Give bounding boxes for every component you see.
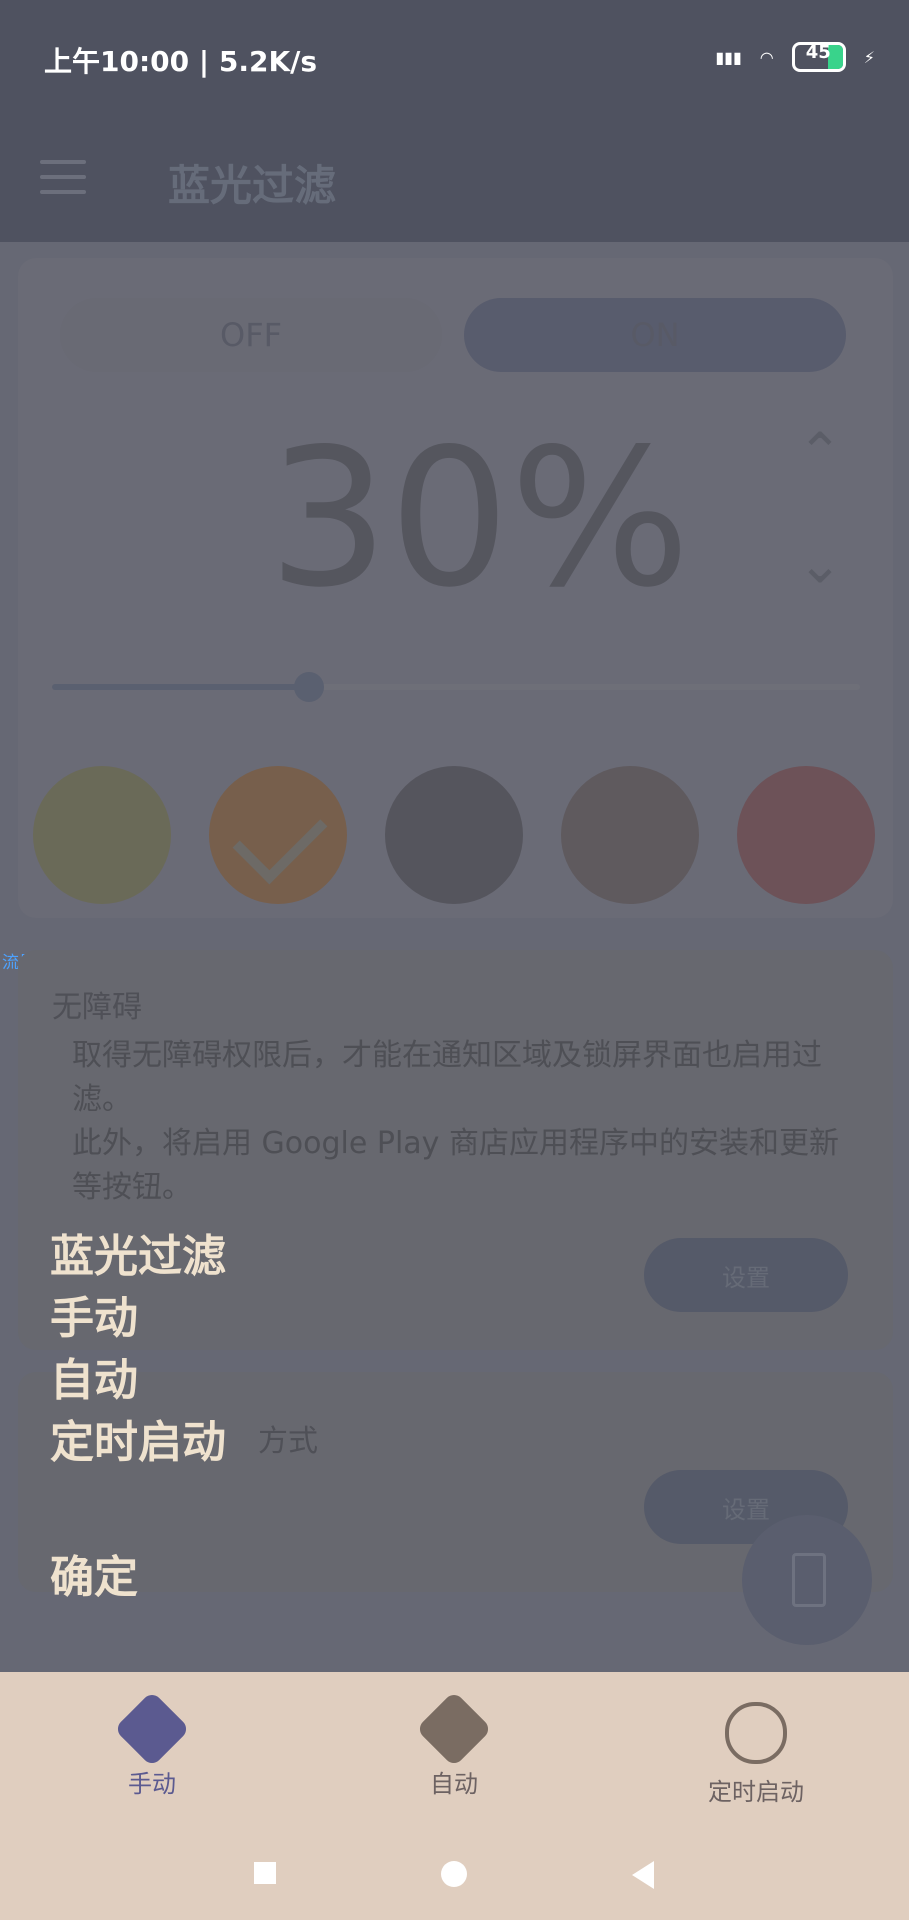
signal-icon: ▮▮▮: [715, 47, 742, 67]
accessibility-settings-button[interactable]: 设置: [644, 1238, 848, 1312]
on-button[interactable]: ON: [464, 298, 846, 372]
recents-button[interactable]: [254, 1862, 276, 1884]
filter-percent: 30%: [268, 408, 691, 629]
overlay-menu-item-schedule[interactable]: 定时启动: [50, 1412, 226, 1474]
alarm-icon: [725, 1702, 787, 1764]
back-button[interactable]: [632, 1861, 654, 1889]
status-icons: ▮▮▮ ◠ 45 ⚡: [715, 42, 875, 72]
nav-auto-label: 自动: [430, 1770, 478, 1798]
brightness-icon: [113, 1690, 191, 1768]
gray-swatch[interactable]: [385, 766, 523, 904]
off-button[interactable]: OFF: [60, 298, 442, 372]
overlay-menu-item-filter[interactable]: 蓝光过滤: [50, 1226, 226, 1288]
status-time-speed: 上午10:00 | 5.2K/s: [44, 45, 318, 78]
app-bar: [0, 120, 909, 242]
overlay-confirm-button[interactable]: 确定: [50, 1547, 138, 1609]
battery-level: 45: [805, 42, 831, 63]
chevron-down-icon[interactable]: ⌃: [793, 530, 847, 593]
menu-icon[interactable]: [40, 160, 86, 194]
system-navigation-bar: [0, 1861, 909, 1920]
filter-slider-fill: [52, 684, 307, 690]
bottom-navigation: 手动 自动 定时启动: [0, 1672, 909, 1920]
overlay-menu-item-auto[interactable]: 自动: [50, 1350, 138, 1412]
auto-brightness-icon: [415, 1690, 493, 1768]
phone-fab-button[interactable]: [742, 1515, 872, 1645]
nav-manual[interactable]: 手动: [52, 1690, 252, 1799]
chevron-up-icon[interactable]: ⌃: [793, 426, 847, 480]
battery-icon: 45: [791, 42, 846, 72]
accessibility-description-1: 取得无障碍权限后，才能在通知区域及锁屏界面也启用过滤。: [72, 1038, 822, 1117]
app-title: 蓝光过滤: [168, 161, 337, 210]
brown-swatch[interactable]: [561, 766, 699, 904]
nav-auto[interactable]: 自动: [354, 1690, 554, 1799]
accessibility-title: 无障碍: [52, 990, 142, 1025]
filter-card: OFF ON 30% ⌃ ⌃: [18, 258, 893, 918]
home-button[interactable]: [441, 1861, 467, 1887]
phone-icon: [792, 1553, 826, 1607]
red-swatch[interactable]: [737, 766, 875, 904]
accessibility-description-2: 此外，将启用 Google Play 商店应用程序中的安装和更新等按钮。: [72, 1126, 839, 1205]
olive-swatch[interactable]: [33, 766, 171, 904]
check-icon: [232, 789, 328, 885]
accessibility-card: 无障碍 取得无障碍权限后，才能在通知区域及锁屏界面也启用过滤。 此外，将启用 G…: [18, 950, 893, 1350]
startup-title: 方式: [258, 1424, 318, 1459]
nav-schedule[interactable]: 定时启动: [656, 1702, 856, 1807]
wifi-icon: ◠: [759, 47, 774, 67]
nav-schedule-label: 定时启动: [708, 1778, 804, 1806]
orange-swatch[interactable]: [209, 766, 347, 904]
overlay-menu-item-manual[interactable]: 手动: [50, 1288, 138, 1350]
charging-icon: ⚡: [863, 47, 875, 67]
filter-slider-thumb[interactable]: [294, 672, 324, 702]
nav-manual-label: 手动: [128, 1770, 176, 1798]
